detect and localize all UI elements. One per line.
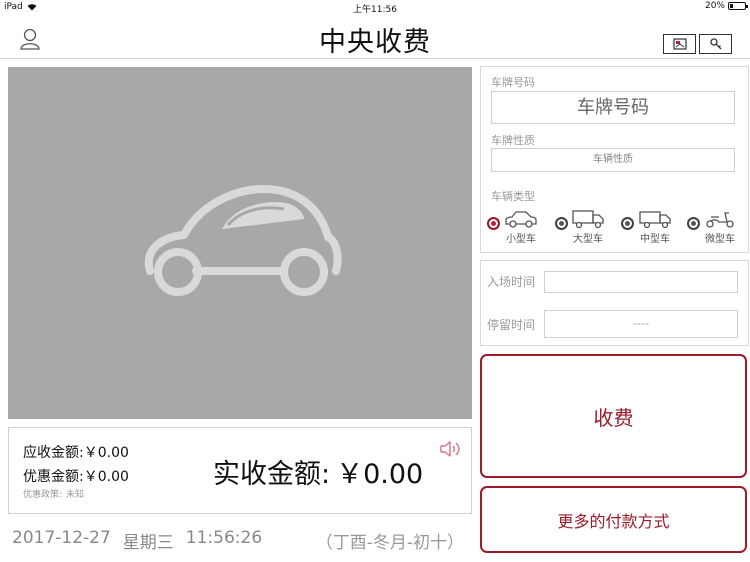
entry-time-label: 入场时间 [487,275,536,289]
plate-nature-label: 车牌性质 [491,134,535,147]
charge-button[interactable]: 收费 [480,354,747,478]
discount-value: ￥0.00 [83,469,129,485]
date-time: 2017-12-27 星期三 11:56:26 [12,528,262,553]
entry-time-field[interactable] [544,271,738,293]
actual-amount: 实收金额: ￥0.00 [213,452,423,491]
small-car-option[interactable]: 小型车 [504,209,538,245]
due-label: 应收金额: [23,445,84,461]
battery-level [730,4,733,8]
speaker-icon[interactable] [439,440,463,458]
plate-nature-field[interactable]: 车辆性质 [491,148,735,172]
time-text: 11:56:26 [185,528,263,548]
stay-time-field[interactable]: ---- [544,310,738,338]
due-value: ￥0.00 [83,445,129,461]
discount-label: 优惠金额: [23,469,84,485]
small-car-radio[interactable] [487,217,500,230]
medium-car-radio[interactable] [621,217,634,230]
page-title: 中央收费 [319,27,431,58]
plate-number-label: 车牌号码 [491,76,535,89]
large-car-option[interactable]: 大型车 [571,209,605,245]
status-bar: iPad 上午11:56 20% [0,0,750,15]
plate-number-field[interactable]: 车牌号码 [491,91,735,124]
actual-value: ￥0.00 [336,459,424,490]
medium-car-label: 中型车 [640,234,670,245]
lunar-date: （丁酉-冬月-初十） [315,533,464,553]
medium-car-option[interactable]: 中型车 [638,209,672,245]
small-car-label: 小型车 [506,234,536,245]
large-truck-icon [572,210,604,229]
large-car-label: 大型车 [573,234,603,245]
time-panel: 入场时间 停留时间 ---- [480,260,749,346]
plate-info-panel: 车牌号码 车牌号码 车牌性质 车辆性质 车辆类型 小型车 大型车 中型车 微型车 [480,66,749,253]
date-text: 2017-12-27 [12,528,111,548]
micro-car-radio[interactable] [687,217,700,230]
camera-view [8,67,472,419]
image-icon [672,38,687,50]
key-icon [709,38,721,50]
policy-label: 优惠政策: [23,490,63,500]
actual-label: 实收金额: [213,459,331,490]
vehicle-type-label: 车辆类型 [491,190,535,203]
header: 中央收费 [0,14,750,59]
screen-button[interactable] [663,34,696,54]
car-placeholder-icon [144,185,342,296]
discount-amount: 优惠金额: ￥0.00 [23,466,129,486]
key-button[interactable] [699,34,732,54]
due-amount: 应收金额: ￥0.00 [23,442,129,462]
large-car-radio[interactable] [555,217,568,230]
battery-percent: 20% [704,1,725,11]
battery-icon [728,2,748,10]
medium-truck-icon [639,211,671,229]
scooter-icon [706,212,734,228]
weekday-text: 星期三 [122,533,174,553]
more-payment-button[interactable]: 更多的付款方式 [480,486,747,553]
status-battery: 20% [704,1,748,11]
discount-policy: 优惠政策: 未知 [23,487,84,500]
micro-car-label: 微型车 [705,234,735,245]
policy-value: 未知 [66,490,85,500]
micro-car-option[interactable]: 微型车 [703,209,737,245]
stay-time-label: 停留时间 [487,318,536,332]
amount-panel: 应收金额: ￥0.00 优惠金额: ￥0.00 优惠政策: 未知 实收金额: ￥… [8,427,472,514]
small-car-icon [505,211,537,228]
